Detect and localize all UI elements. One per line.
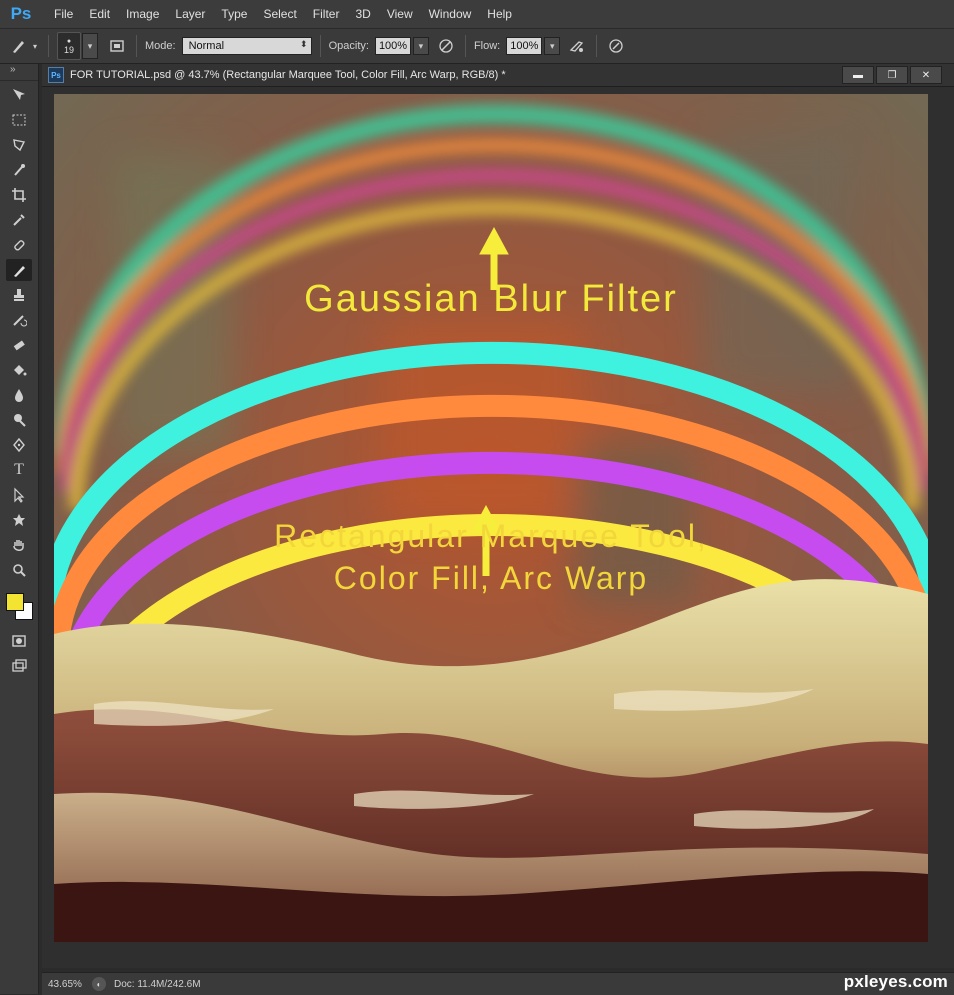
mode-label: Mode: xyxy=(145,40,176,52)
path-selection-tool-icon[interactable] xyxy=(6,484,32,506)
zoom-level[interactable]: 43.65% xyxy=(48,979,92,990)
color-swatches[interactable] xyxy=(4,587,34,627)
status-menu-icon[interactable]: ◐ xyxy=(92,977,106,991)
blur-tool-icon[interactable] xyxy=(6,384,32,406)
document-title: FOR TUTORIAL.psd @ 43.7% (Rectangular Ma… xyxy=(70,69,506,81)
menu-select[interactable]: Select xyxy=(255,7,304,21)
minimize-button[interactable]: ▬ xyxy=(842,66,874,84)
opacity-input[interactable]: 100% xyxy=(374,37,411,55)
dodge-tool-icon[interactable] xyxy=(6,409,32,431)
opacity-label: Opacity: xyxy=(328,40,369,52)
updown-arrows-icon: ⬍ xyxy=(300,39,308,49)
panel-collapse-icon[interactable]: » xyxy=(0,64,38,81)
quick-selection-tool-icon[interactable] xyxy=(6,159,32,181)
mode-value: Normal xyxy=(188,40,225,52)
brush-size-dropdown[interactable]: ▾ xyxy=(82,33,98,59)
hand-tool-icon[interactable] xyxy=(6,534,32,556)
zoom-tool-icon[interactable] xyxy=(6,559,32,581)
history-brush-tool-icon[interactable] xyxy=(6,309,32,331)
brush-panel-toggle-icon[interactable] xyxy=(106,35,128,57)
crop-tool-icon[interactable] xyxy=(6,184,32,206)
marquee-tool-icon[interactable] xyxy=(6,109,32,131)
paint-bucket-tool-icon[interactable] xyxy=(6,359,32,381)
brush-size-picker[interactable]: ● 19 xyxy=(57,32,81,60)
divider xyxy=(596,35,598,57)
document-size-info: Doc: 11.4M/242.6M xyxy=(114,978,201,990)
screen-mode-icon[interactable] xyxy=(6,655,32,677)
mode-select[interactable]: Normal ⬍ xyxy=(181,37,312,55)
eraser-tool-icon[interactable] xyxy=(6,334,32,356)
image-canvas[interactable]: Gaussian Blur Filter Rectangular Marquee… xyxy=(54,94,928,942)
quick-mask-icon[interactable] xyxy=(6,630,32,652)
preset-dropdown-icon[interactable]: ▾ xyxy=(30,35,40,57)
divider xyxy=(464,35,466,57)
psd-file-icon: Ps xyxy=(48,67,64,83)
tools-panel: » T xyxy=(0,64,39,994)
menu-layer[interactable]: Layer xyxy=(167,7,213,21)
menu-image[interactable]: Image xyxy=(118,7,167,21)
type-tool-icon[interactable]: T xyxy=(6,459,32,481)
photoshop-logo: Ps xyxy=(10,4,32,23)
document-tab[interactable]: Ps FOR TUTORIAL.psd @ 43.7% (Rectangular… xyxy=(42,64,954,87)
clone-stamp-tool-icon[interactable] xyxy=(6,284,32,306)
move-tool-icon[interactable] xyxy=(6,84,32,106)
menu-view[interactable]: View xyxy=(379,7,421,21)
menu-type[interactable]: Type xyxy=(213,7,255,21)
custom-shape-tool-icon[interactable] xyxy=(6,509,32,531)
flow-dropdown[interactable]: ▾ xyxy=(544,37,561,55)
restore-button[interactable]: ❐ xyxy=(876,66,908,84)
lasso-tool-icon[interactable] xyxy=(6,134,32,156)
divider xyxy=(319,35,321,57)
brush-tool-preset-icon[interactable] xyxy=(8,35,30,57)
menu-help[interactable]: Help xyxy=(479,7,520,21)
menu-window[interactable]: Window xyxy=(421,7,480,21)
divider xyxy=(136,35,137,57)
opacity-dropdown[interactable]: ▾ xyxy=(412,37,429,55)
options-bar: ▾ ● 19 ▾ Mode: Normal ⬍ Opacity: 100% ▾ … xyxy=(0,28,954,64)
gaussian-blur-label: Gaussian Blur Filter xyxy=(304,278,678,320)
flow-label: Flow: xyxy=(473,40,501,52)
brush-size-value: 19 xyxy=(63,44,74,55)
menu-edit[interactable]: Edit xyxy=(81,7,118,21)
pressure-opacity-icon[interactable] xyxy=(435,35,457,57)
pressure-size-icon[interactable] xyxy=(605,35,627,57)
status-bar: 43.65% ◐ Doc: 11.4M/242.6M xyxy=(42,972,954,995)
close-button[interactable]: ✕ xyxy=(910,66,942,84)
menu-bar: Ps File Edit Image Layer Type Select Fil… xyxy=(0,0,954,28)
menu-3d[interactable]: 3D xyxy=(347,7,378,21)
eyedropper-tool-icon[interactable] xyxy=(6,209,32,231)
divider xyxy=(48,35,49,57)
pen-tool-icon[interactable] xyxy=(6,434,32,456)
watermark: pxleyes.com xyxy=(843,972,948,991)
brush-tool-icon[interactable] xyxy=(6,259,32,281)
document-window: Ps FOR TUTORIAL.psd @ 43.7% (Rectangular… xyxy=(42,64,954,968)
marquee-label-line2: Color Fill, Arc Warp xyxy=(333,560,649,596)
airbrush-icon[interactable] xyxy=(566,35,588,57)
marquee-label-line1: Rectangular Marquee Tool, xyxy=(274,518,708,554)
menu-file[interactable]: File xyxy=(46,7,81,21)
menu-filter[interactable]: Filter xyxy=(305,7,348,21)
flow-input[interactable]: 100% xyxy=(506,37,543,55)
healing-brush-tool-icon[interactable] xyxy=(6,234,32,256)
foreground-color-swatch[interactable] xyxy=(6,593,24,611)
